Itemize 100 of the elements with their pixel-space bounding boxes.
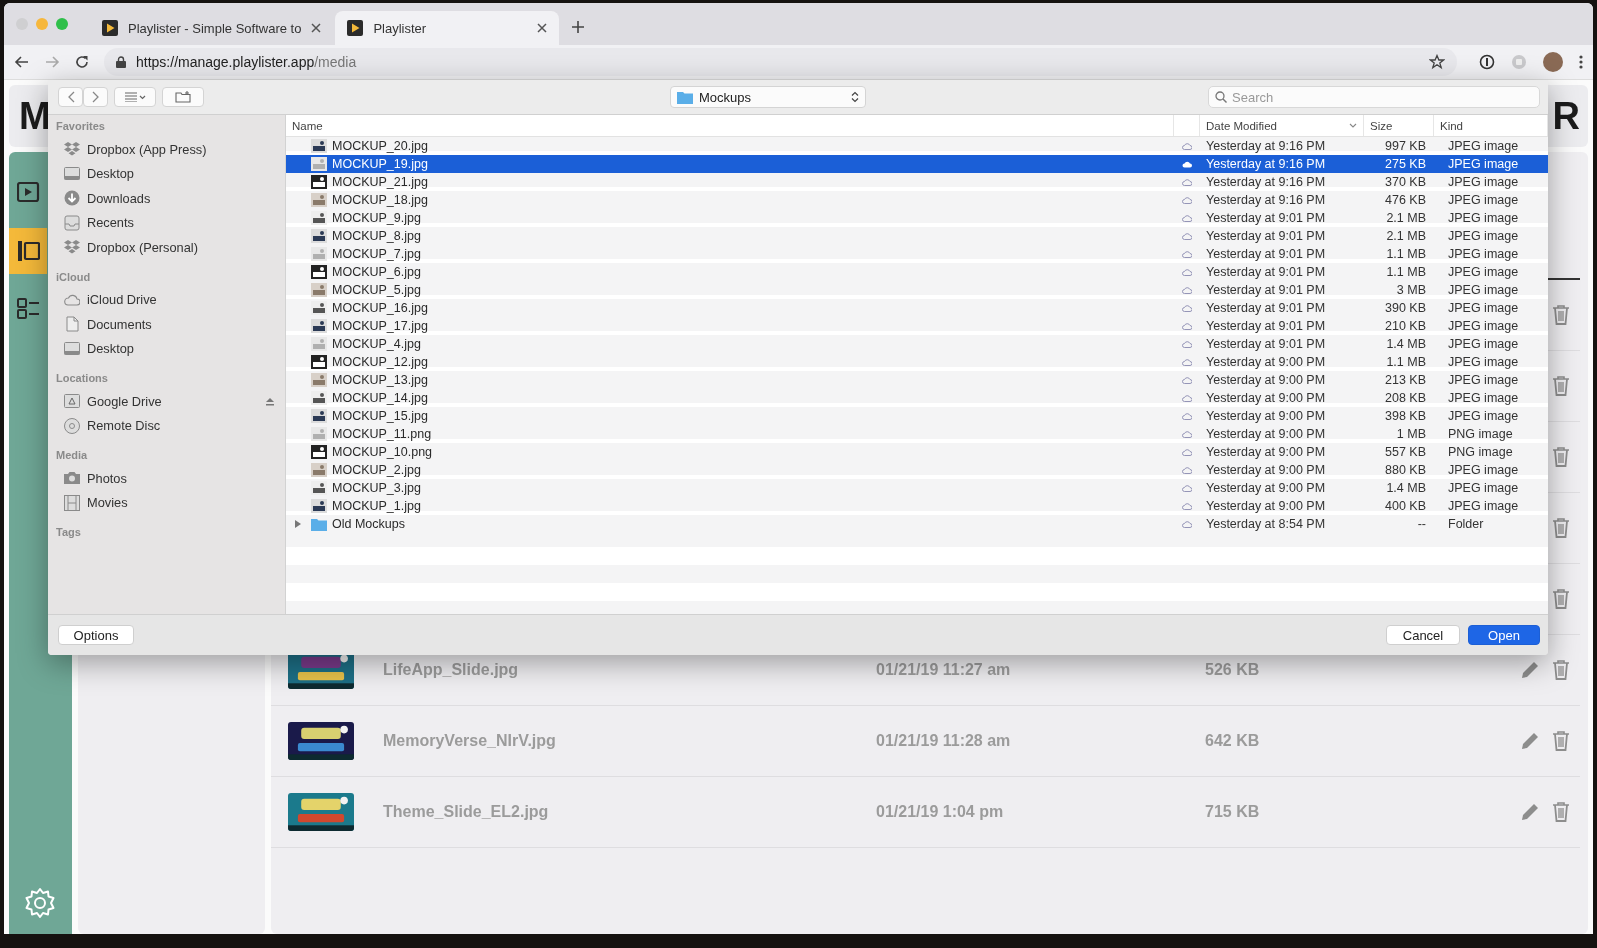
file-row[interactable]: MOCKUP_3.jpg Yesterday at 9:00 PM 1.4 MB JPEG image xyxy=(286,479,1548,497)
sidebar-item[interactable]: Remote Disc xyxy=(56,413,285,438)
file-name: LifeApp_Slide.jpg xyxy=(383,661,520,679)
file-row[interactable]: MOCKUP_11.png Yesterday at 9:00 PM 1 MB PNG image xyxy=(286,425,1548,443)
open-button[interactable]: Open xyxy=(1468,625,1540,645)
sidebar-item[interactable]: Dropbox (Personal) xyxy=(56,235,285,260)
drive-icon xyxy=(64,393,80,410)
sidebar-item[interactable]: Desktop xyxy=(56,161,285,186)
list-icon xyxy=(16,298,40,320)
document-icon xyxy=(64,316,80,333)
slides-icon xyxy=(16,240,40,262)
forward-icon[interactable] xyxy=(44,54,60,70)
file-row[interactable]: MOCKUP_4.jpg Yesterday at 9:01 PM 1.4 MB JPEG image xyxy=(286,335,1548,353)
eject-icon[interactable] xyxy=(265,396,275,406)
file-row[interactable]: Old Mockups Yesterday at 8:54 PM -- Folder xyxy=(286,515,1548,533)
column-header[interactable]: Name xyxy=(286,115,1174,136)
file-size: 2.1 MB xyxy=(1385,229,1427,243)
file-date: Yesterday at 9:01 PM xyxy=(1205,265,1327,279)
folder-icon xyxy=(311,517,327,531)
file-row[interactable]: MOCKUP_15.jpg Yesterday at 9:00 PM 398 KB JPEG image xyxy=(286,407,1548,425)
new-tab-icon[interactable] xyxy=(571,20,586,34)
trash-icon[interactable] xyxy=(1552,802,1570,822)
file-row[interactable]: MOCKUP_19.jpg Yesterday at 9:16 PM 275 KB JPEG image xyxy=(286,155,1548,173)
back-icon[interactable] xyxy=(14,54,30,70)
window-control[interactable] xyxy=(56,18,68,30)
file-kind: JPEG image xyxy=(1447,463,1520,477)
search-field[interactable]: Search xyxy=(1208,86,1540,108)
file-row[interactable]: MOCKUP_10.png Yesterday at 9:00 PM 557 KB PNG image xyxy=(286,443,1548,461)
download-icon xyxy=(64,190,80,207)
file-kind: JPEG image xyxy=(1447,265,1520,279)
file-row[interactable]: MOCKUP_5.jpg Yesterday at 9:01 PM 3 MB JPEG image xyxy=(286,281,1548,299)
sidebar-item[interactable]: Google Drive xyxy=(56,389,285,414)
file-row[interactable]: MOCKUP_7.jpg Yesterday at 9:01 PM 1.1 MB JPEG image xyxy=(286,245,1548,263)
file-kind: JPEG image xyxy=(1447,175,1520,189)
file-row[interactable]: MOCKUP_12.jpg Yesterday at 9:00 PM 1.1 MB JPEG image xyxy=(286,353,1548,371)
file-kind: PNG image xyxy=(1447,445,1514,459)
pencil-icon[interactable] xyxy=(1520,731,1540,751)
location-dropdown[interactable]: Mockups xyxy=(670,86,866,108)
triangle-right-icon[interactable] xyxy=(294,520,302,528)
browser-tab[interactable]: Playlister - Simple Software to xyxy=(90,11,334,45)
view-options-button[interactable] xyxy=(114,87,156,107)
file-row[interactable]: MOCKUP_20.jpg Yesterday at 9:16 PM 997 KB JPEG image xyxy=(286,137,1548,155)
trash-icon[interactable] xyxy=(1552,518,1570,538)
pencil-icon[interactable] xyxy=(1520,660,1540,680)
trash-icon[interactable] xyxy=(1552,589,1570,609)
file-row[interactable]: MOCKUP_1.jpg Yesterday at 9:00 PM 400 KB JPEG image xyxy=(286,497,1548,515)
sidebar-item[interactable]: Dropbox (App Press) xyxy=(56,137,285,162)
close-icon[interactable] xyxy=(537,23,548,33)
sidebar-item[interactable]: Movies xyxy=(56,490,285,515)
trash-icon[interactable] xyxy=(1552,447,1570,467)
settings-icon[interactable] xyxy=(23,886,57,920)
list-view-icon xyxy=(124,92,146,102)
file-row[interactable]: MOCKUP_2.jpg Yesterday at 9:00 PM 880 KB JPEG image xyxy=(286,461,1548,479)
sidebar-item[interactable]: Downloads xyxy=(56,186,285,211)
file-row[interactable]: MOCKUP_9.jpg Yesterday at 9:01 PM 2.1 MB JPEG image xyxy=(286,209,1548,227)
sidebar-item[interactable]: Desktop xyxy=(56,336,285,361)
sidebar-item[interactable]: Photos xyxy=(56,466,285,491)
file-row[interactable]: MOCKUP_6.jpg Yesterday at 9:01 PM 1.1 MB JPEG image xyxy=(286,263,1548,281)
keyhole-icon[interactable] xyxy=(1479,54,1495,70)
sidebar-item[interactable]: Recents xyxy=(56,210,285,235)
address-bar[interactable]: https://manage.playlister.app/media xyxy=(104,48,1457,76)
file-kind: JPEG image xyxy=(1447,211,1520,225)
trash-icon[interactable] xyxy=(1552,376,1570,396)
trash-icon[interactable] xyxy=(1552,660,1570,680)
nav-item[interactable] xyxy=(9,228,47,274)
file-name: MOCKUP_3.jpg xyxy=(332,481,421,495)
close-icon[interactable] xyxy=(311,23,322,33)
file-row[interactable]: MOCKUP_16.jpg Yesterday at 9:01 PM 390 KB JPEG image xyxy=(286,299,1548,317)
monitor-icon xyxy=(64,165,80,182)
trash-icon[interactable] xyxy=(1552,305,1570,325)
file-date: Yesterday at 9:00 PM xyxy=(1205,373,1327,387)
reload-icon[interactable] xyxy=(74,54,90,70)
browser-tab[interactable]: Playlister xyxy=(335,11,560,45)
file-row[interactable]: MOCKUP_14.jpg Yesterday at 9:00 PM 208 KB JPEG image xyxy=(286,389,1548,407)
new-folder-button[interactable] xyxy=(162,87,204,107)
file-kind: JPEG image xyxy=(1447,391,1520,405)
file-name: MOCKUP_18.jpg xyxy=(332,193,428,207)
sidebar-item[interactable]: Documents xyxy=(56,312,285,337)
file-row[interactable]: MOCKUP_17.jpg Yesterday at 9:01 PM 210 KB JPEG image xyxy=(286,317,1548,335)
star-icon[interactable] xyxy=(1429,54,1445,70)
trash-icon[interactable] xyxy=(1552,731,1570,751)
file-name: MOCKUP_11.png xyxy=(332,427,432,441)
file-row[interactable]: MOCKUP_8.jpg Yesterday at 9:01 PM 2.1 MB JPEG image xyxy=(286,227,1548,245)
file-row[interactable]: MOCKUP_13.jpg Yesterday at 9:00 PM 213 KB JPEG image xyxy=(286,371,1548,389)
play-logo-icon xyxy=(347,20,364,36)
folder-plus-icon xyxy=(175,91,191,103)
column-header[interactable]: Date Modified xyxy=(1200,115,1364,136)
pencil-icon[interactable] xyxy=(1520,802,1540,822)
avatar[interactable] xyxy=(1543,52,1563,72)
file-kind: JPEG image xyxy=(1447,319,1520,333)
sidebar-item[interactable]: iCloud Drive xyxy=(56,287,285,312)
cancel-button[interactable]: Cancel xyxy=(1386,625,1460,645)
file-row[interactable]: MOCKUP_18.jpg Yesterday at 9:16 PM 476 KB JPEG image xyxy=(286,191,1548,209)
column-header[interactable]: Kind xyxy=(1434,115,1548,136)
file-date: Yesterday at 8:54 PM xyxy=(1205,517,1327,531)
column-header[interactable]: Size xyxy=(1364,115,1434,136)
options-button[interactable]: Options xyxy=(58,625,134,645)
more-icon[interactable] xyxy=(1579,54,1583,70)
file-row[interactable]: MOCKUP_21.jpg Yesterday at 9:16 PM 370 KB JPEG image xyxy=(286,173,1548,191)
file-name: MOCKUP_19.jpg xyxy=(332,157,428,171)
